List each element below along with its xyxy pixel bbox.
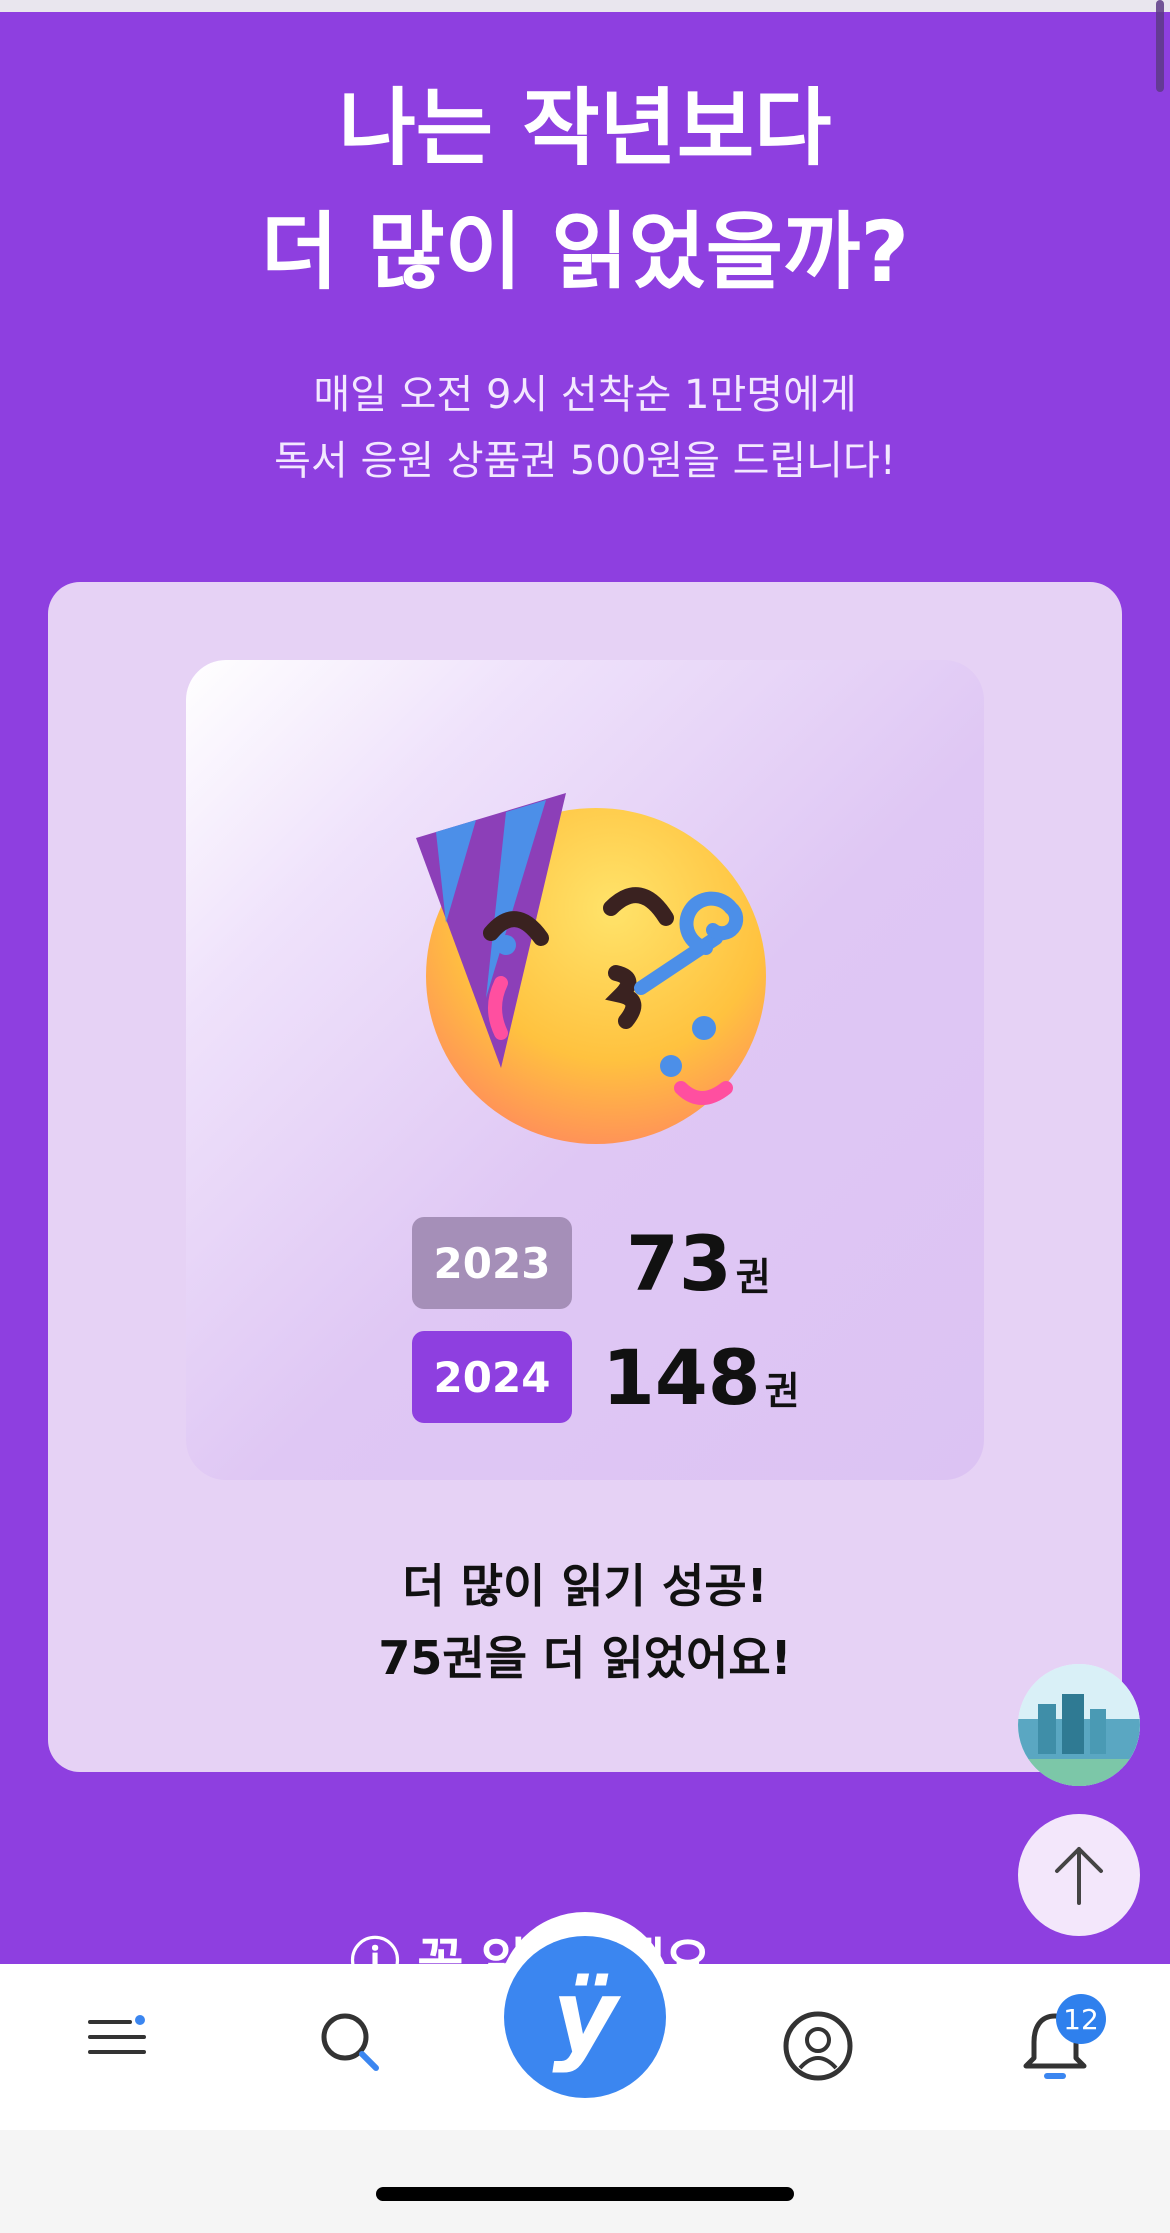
menu-icon[interactable] [88,2010,148,2064]
profile-icon[interactable] [782,2010,854,2082]
page-title: 나는 작년보다 더 많이 읽었을까? [0,66,1170,314]
result-line-2: 75권을 더 읽었어요! [378,1631,792,1685]
subtitle-line-1: 매일 오전 9시 선착순 1만명에게 [313,372,857,418]
search-icon[interactable] [318,2010,384,2076]
floating-book-thumbnail[interactable] [1018,1664,1140,1786]
partying-face-icon [416,793,766,1144]
year-badge-2024: 2024 [412,1331,572,1423]
book-cover-image [1018,1664,1140,1786]
result-line-1: 더 많이 읽기 성공! [402,1559,768,1613]
stats-panel: 2023 73 권 2024 148 권 [186,660,984,1480]
count-2024: 148 권 [602,1332,800,1422]
stat-row-2023: 2023 73 권 [412,1216,771,1310]
stat-row-2024: 2024 148 권 [412,1330,800,1424]
notification-badge: 12 [1056,1994,1106,2044]
yes24-logo: ÿ [552,1958,618,2075]
home-indicator-area [0,2130,1170,2233]
page-subtitle: 매일 오전 9시 선착순 1만명에게 독서 응원 상품권 500원을 드립니다! [0,362,1170,494]
count-2023: 73 권 [626,1218,771,1308]
scroll-to-top-button[interactable] [1018,1814,1140,1936]
reading-result-card: 2023 73 권 2024 148 권 더 많이 읽기 성공! 75권을 더 읽었… [48,582,1122,1772]
home-indicator[interactable] [376,2187,794,2201]
home-logo-button[interactable]: ÿ [504,1936,666,2098]
year-badge-2023: 2023 [412,1217,572,1309]
status-strip [0,0,1170,12]
arrow-up-icon [1055,1847,1103,1905]
title-line-1: 나는 작년보다 [338,79,832,177]
result-message: 더 많이 읽기 성공! 75권을 더 읽었어요! [48,1550,1122,1694]
subtitle-line-2: 독서 응원 상품권 500원을 드립니다! [274,438,896,484]
title-line-2: 더 많이 읽었을까? [260,203,910,301]
